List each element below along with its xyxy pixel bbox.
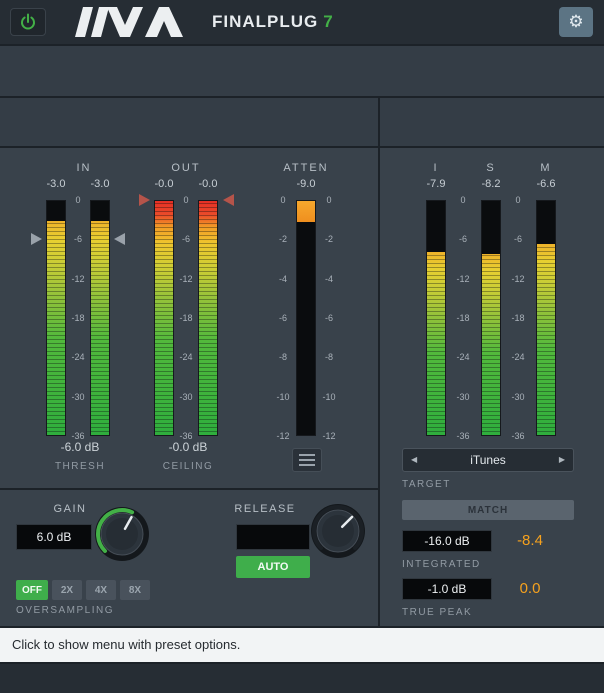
out-meter-left bbox=[154, 200, 174, 436]
loudness-scale-2: 0-6-12-18-24-30-36 bbox=[507, 195, 529, 441]
in-left-value: -3.0 bbox=[36, 178, 76, 190]
thresh-readout[interactable]: -6.0 dB bbox=[36, 440, 124, 454]
ceiling-marker-left[interactable] bbox=[139, 194, 150, 206]
i-value: -7.9 bbox=[416, 178, 456, 190]
target-selector[interactable]: ◀ iTunes ▶ bbox=[402, 448, 574, 472]
gain-label: GAIN bbox=[40, 503, 100, 515]
loudness-panel: I S M -7.9 -8.2 -6.6 0-6-12-18-24-30-36 … bbox=[378, 148, 604, 626]
ceiling-marker-right[interactable] bbox=[223, 194, 234, 206]
integrated-meter-label: I bbox=[416, 162, 456, 174]
plugin-version: 7 bbox=[323, 12, 333, 31]
target-next-icon[interactable]: ▶ bbox=[559, 449, 565, 471]
dynamics-panel: GAIN 6.0 dB RELEASE AUTO OFF 2X bbox=[0, 490, 378, 626]
oversampling-2x-button[interactable]: 2X bbox=[52, 580, 82, 600]
integrated-label: INTEGRATED bbox=[402, 559, 481, 570]
out-meter-right bbox=[198, 200, 218, 436]
target-value: iTunes bbox=[470, 453, 506, 467]
plugin-window: FINALPLUG 7 ⚙ ↺ ↻ ◀ Default* ▶ A/B ▶ VIEW… bbox=[0, 0, 604, 693]
m-meter bbox=[536, 200, 556, 436]
out-section-label: OUT bbox=[162, 162, 210, 174]
integrated-live-value: -8.4 bbox=[498, 532, 562, 549]
oversampling-8x-button[interactable]: 8X bbox=[120, 580, 150, 600]
out-meter-scale: 0-6-12-18-24-30-36 bbox=[175, 195, 197, 441]
atten-value: -9.0 bbox=[286, 178, 326, 190]
out-right-value: -0.0 bbox=[188, 178, 228, 190]
in-meter-scale: 0-6-12-18-24-30-36 bbox=[67, 195, 89, 441]
true-peak-target-field[interactable]: -1.0 dB bbox=[402, 578, 492, 600]
limiter-meter-panel: IN -3.0 -3.0 0-6-12-18-24-30-36 -6.0 dB … bbox=[0, 148, 378, 490]
power-icon bbox=[20, 13, 36, 31]
i-meter bbox=[426, 200, 446, 436]
s-meter bbox=[481, 200, 501, 436]
gain-knob[interactable] bbox=[94, 506, 150, 562]
atten-scale-left: 0-2-4-6-8-10-12 bbox=[272, 195, 294, 441]
header: FINALPLUG 7 ⚙ bbox=[0, 0, 604, 46]
m-value: -6.6 bbox=[526, 178, 566, 190]
true-peak-live-value: 0.0 bbox=[498, 580, 562, 597]
plugin-title: FINALPLUG 7 bbox=[212, 12, 334, 32]
thresh-label: THRESH bbox=[36, 461, 124, 472]
momentary-meter-label: M bbox=[526, 162, 566, 174]
status-bar: Click to show menu with preset options. bbox=[0, 626, 604, 664]
hamburger-icon bbox=[299, 454, 315, 456]
footer-bar bbox=[0, 664, 604, 693]
preset-bar: ↺ ↻ ◀ Default* ▶ A/B ▶ bbox=[0, 46, 604, 98]
shortterm-meter-label: S bbox=[471, 162, 511, 174]
atten-scale-right: 0-2-4-6-8-10-12 bbox=[318, 195, 340, 441]
out-left-value: -0.0 bbox=[144, 178, 184, 190]
in-right-value: -3.0 bbox=[80, 178, 120, 190]
in-meter-left bbox=[46, 200, 66, 436]
integrated-target-field[interactable]: -16.0 dB bbox=[402, 530, 492, 552]
in-meter-right bbox=[90, 200, 110, 436]
controls-bar: VIEW ▼ LIMITER TRUE PEAK LOUDNESS SYNC ↻ bbox=[0, 98, 604, 148]
panel-divider bbox=[378, 98, 380, 148]
atten-meter bbox=[296, 200, 316, 436]
oversampling-off-button[interactable]: OFF bbox=[16, 580, 48, 600]
s-value: -8.2 bbox=[471, 178, 511, 190]
meter-menu-button[interactable] bbox=[292, 448, 322, 472]
threshold-marker-left[interactable] bbox=[31, 233, 42, 245]
release-label: RELEASE bbox=[230, 503, 300, 515]
gear-icon: ⚙ bbox=[568, 12, 583, 31]
power-button[interactable] bbox=[10, 8, 46, 36]
release-value-field[interactable] bbox=[236, 524, 310, 550]
threshold-marker-right[interactable] bbox=[114, 233, 125, 245]
release-knob[interactable] bbox=[310, 503, 366, 559]
ceiling-readout[interactable]: -0.0 dB bbox=[144, 440, 232, 454]
true-peak-label: TRUE PEAK bbox=[402, 607, 472, 618]
status-message: Click to show menu with preset options. bbox=[12, 628, 240, 662]
ceiling-label: CEILING bbox=[144, 461, 232, 472]
oversampling-label: OVERSAMPLING bbox=[16, 605, 114, 616]
plugin-name: FINALPLUG bbox=[212, 12, 318, 31]
oversampling-4x-button[interactable]: 4X bbox=[86, 580, 116, 600]
wave-arts-logo bbox=[58, 5, 204, 39]
settings-button[interactable]: ⚙ bbox=[559, 7, 593, 37]
target-label: TARGET bbox=[402, 479, 451, 490]
auto-release-button[interactable]: AUTO bbox=[236, 556, 310, 578]
atten-section-label: ATTEN bbox=[276, 162, 336, 174]
match-button[interactable]: MATCH bbox=[402, 500, 574, 520]
gain-value-field[interactable]: 6.0 dB bbox=[16, 524, 92, 550]
loudness-scale-1: 0-6-12-18-24-30-36 bbox=[452, 195, 474, 441]
in-section-label: IN bbox=[60, 162, 108, 174]
target-prev-icon[interactable]: ◀ bbox=[411, 449, 417, 471]
